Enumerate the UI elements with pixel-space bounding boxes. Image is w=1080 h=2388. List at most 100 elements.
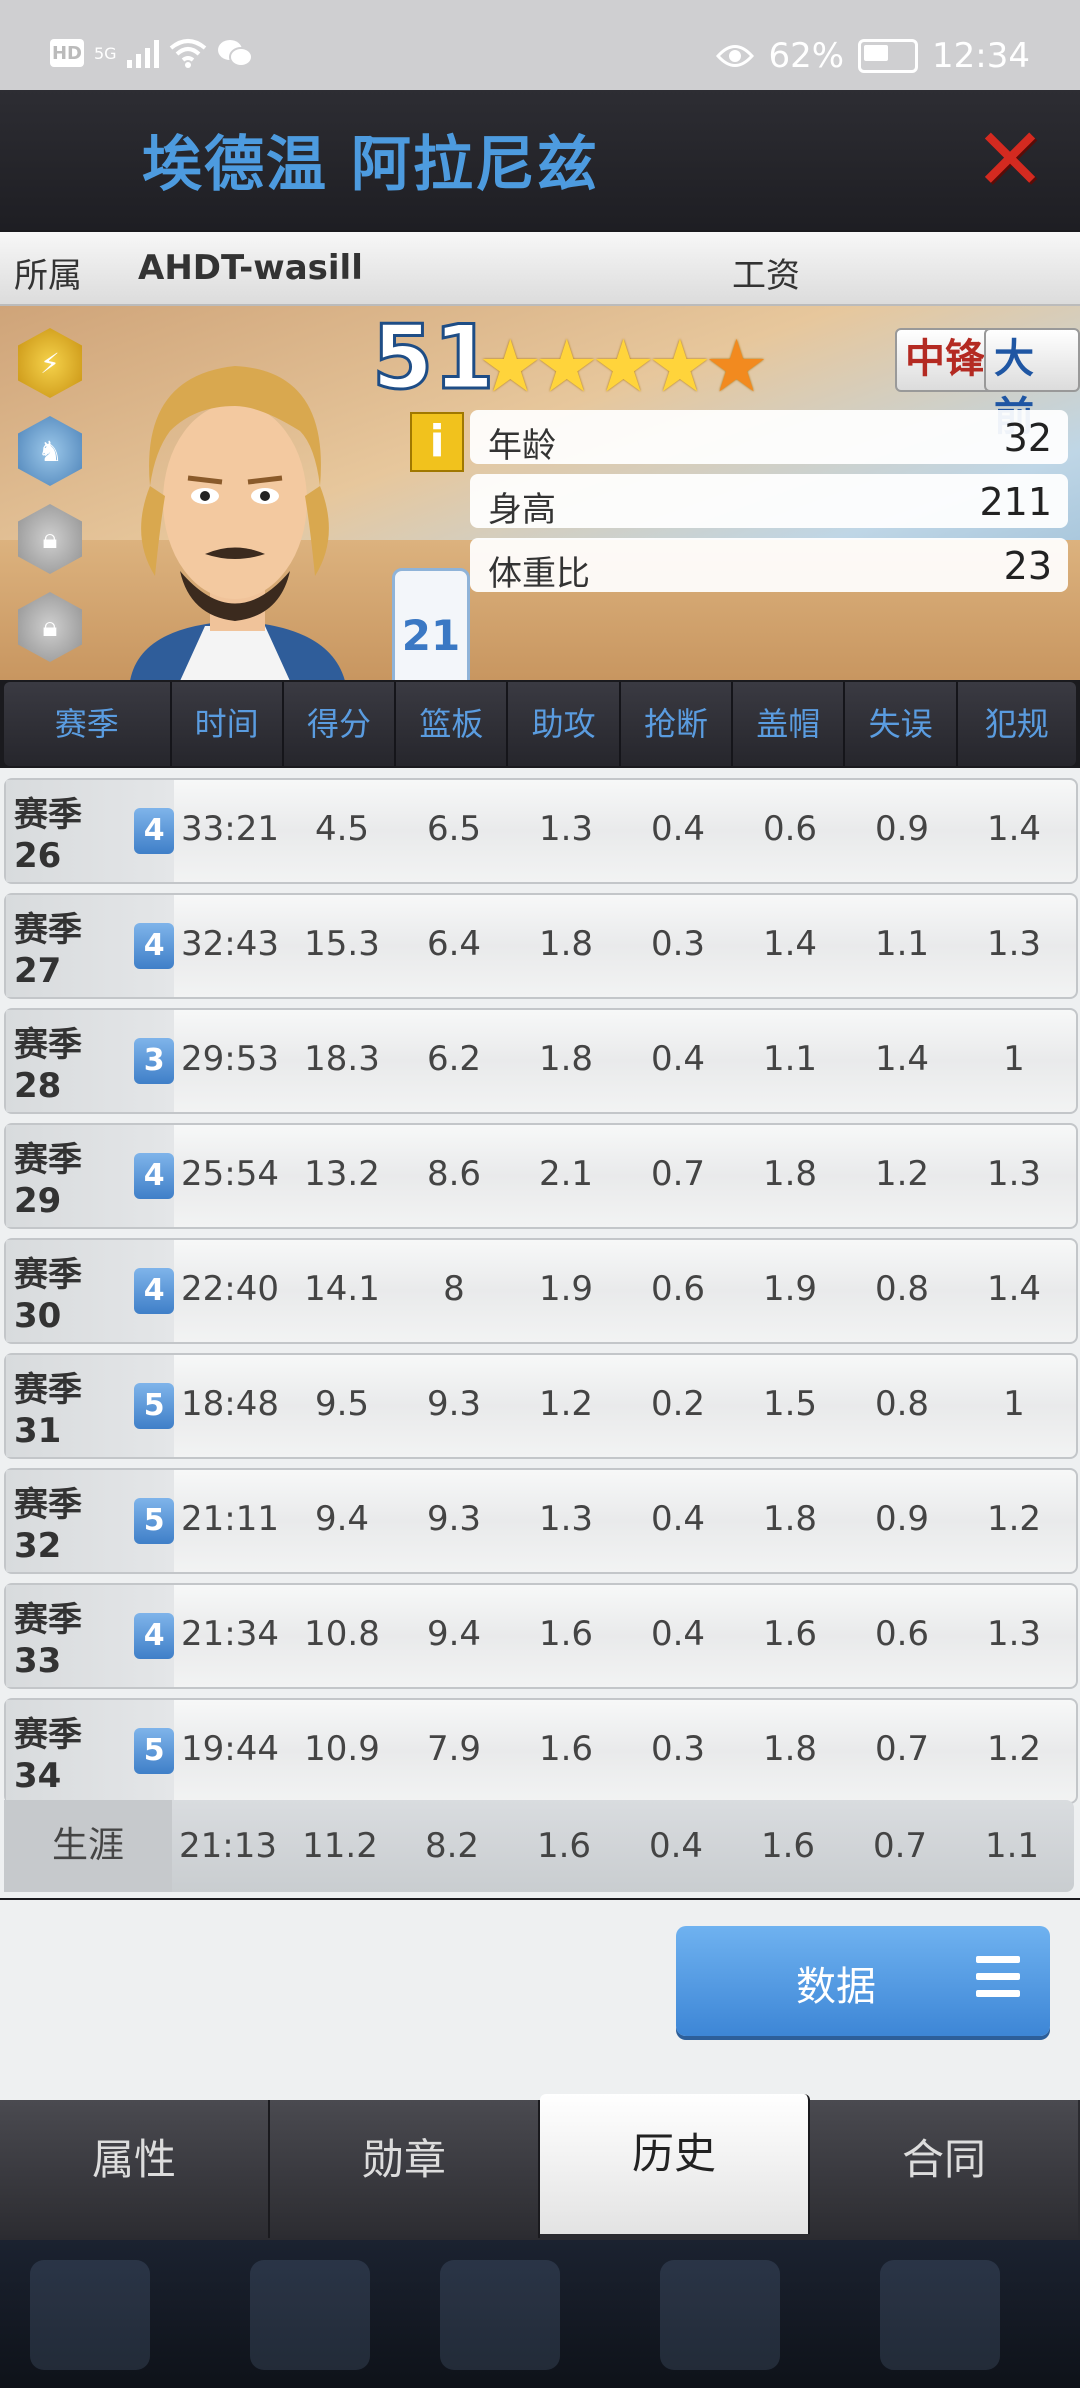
column-header-turnovers[interactable]: 失误 — [845, 682, 958, 766]
season-label: 赛季31 — [14, 1369, 82, 1451]
info-icon[interactable]: i — [410, 412, 464, 472]
background-nav-bar — [0, 2240, 1080, 2388]
cell-points: 4.5 — [314, 809, 370, 849]
table-row[interactable]: 赛季27 4 32:43 15.3 6.4 1.8 0.3 1.4 1.1 1.3 — [4, 893, 1078, 999]
cell-time: 21:13 — [179, 1826, 277, 1866]
nav-up-icon — [880, 2260, 1000, 2370]
season-label: 赛季26 — [14, 794, 82, 876]
cell-assists: 1.6 — [538, 1614, 594, 1654]
level-badge: 4 — [134, 808, 174, 854]
signal-bars-icon — [126, 38, 159, 68]
cell-turnovers: 1.2 — [874, 1154, 930, 1194]
salary-label: 工资 — [732, 256, 800, 296]
season-label: 赛季34 — [14, 1714, 82, 1796]
table-row[interactable]: 赛季32 5 21:11 9.4 9.3 1.3 0.4 1.8 0.9 1.2 — [4, 1468, 1078, 1574]
cell-blocks: 1.8 — [762, 1154, 818, 1194]
cell-rebounds: 8 — [443, 1269, 465, 1309]
column-header-time[interactable]: 时间 — [172, 682, 284, 766]
table-row[interactable]: 赛季26 4 33:21 4.5 6.5 1.3 0.4 0.6 0.9 1.4 — [4, 778, 1078, 884]
close-button[interactable]: ✕ — [970, 117, 1050, 203]
lightning-badge-icon[interactable]: ⚡ — [18, 328, 82, 398]
cell-time: 22:40 — [181, 1269, 279, 1309]
column-header-assists[interactable]: 助攻 — [508, 682, 621, 766]
tab-history[interactable]: 历史 — [540, 2094, 810, 2234]
network-5g-icon: 5G — [94, 43, 117, 63]
cell-blocks: 0.6 — [762, 809, 818, 849]
career-label: 生涯 — [4, 1800, 172, 1892]
cell-time: 33:21 — [181, 809, 279, 849]
level-badge: 3 — [134, 1038, 174, 1084]
cell-time: 21:34 — [181, 1614, 279, 1654]
table-row[interactable]: 赛季31 5 18:48 9.5 9.3 1.2 0.2 1.5 0.8 1 — [4, 1353, 1078, 1459]
cell-steals: 0.4 — [650, 1039, 706, 1079]
column-header-blocks[interactable]: 盖帽 — [733, 682, 846, 766]
level-badge: 4 — [134, 923, 174, 969]
player-skill-badge-icon[interactable]: ♞ — [18, 416, 82, 486]
career-row: 生涯 21:13 11.2 8.2 1.6 0.4 1.6 0.7 1.1 — [4, 1800, 1074, 1892]
cell-points: 11.2 — [302, 1826, 378, 1866]
cell-turnovers: 1.4 — [874, 1039, 930, 1079]
cell-assists: 1.8 — [538, 924, 594, 964]
battery-percent: 62% — [768, 36, 845, 76]
attribute-label: 体重比 — [488, 554, 590, 594]
season-label: 赛季32 — [14, 1484, 82, 1566]
data-button-label: 数据 — [796, 1964, 876, 2010]
cell-turnovers: 0.9 — [874, 1499, 930, 1539]
cell-turnovers: 0.6 — [874, 1614, 930, 1654]
eye-icon — [716, 45, 755, 67]
cell-assists: 1.6 — [538, 1729, 594, 1769]
season-label: 赛季30 — [14, 1254, 82, 1336]
tab-medals[interactable]: 勋章 — [270, 2100, 540, 2238]
level-badge: 4 — [134, 1268, 174, 1314]
cell-steals: 0.7 — [650, 1154, 706, 1194]
cell-turnovers: 0.8 — [874, 1269, 930, 1309]
cell-rebounds: 9.4 — [426, 1614, 482, 1654]
star-rating-icon: ★★★★★ — [478, 324, 769, 408]
cell-fouls: 1.4 — [986, 1269, 1042, 1309]
table-row[interactable]: 赛季29 4 25:54 13.2 8.6 2.1 0.7 1.8 1.2 1.3 — [4, 1123, 1078, 1229]
table-row[interactable]: 赛季30 4 22:40 14.1 8 1.9 0.6 1.9 0.8 1.4 — [4, 1238, 1078, 1344]
column-header-rebounds[interactable]: 篮板 — [396, 682, 509, 766]
level-badge: 5 — [134, 1728, 174, 1774]
cell-time: 25:54 — [181, 1154, 279, 1194]
column-header-points[interactable]: 得分 — [284, 682, 397, 766]
cell-rebounds: 9.3 — [426, 1499, 482, 1539]
player-avatar — [130, 366, 345, 680]
cell-rebounds: 6.5 — [426, 809, 482, 849]
table-row[interactable]: 赛季34 5 19:44 10.9 7.9 1.6 0.3 1.8 0.7 1.2 — [4, 1698, 1078, 1804]
cell-assists: 1.3 — [538, 1499, 594, 1539]
table-row[interactable]: 赛季33 4 21:34 10.8 9.4 1.6 0.4 1.6 0.6 1.3 — [4, 1583, 1078, 1689]
cell-time: 18:48 — [181, 1384, 279, 1424]
data-button[interactable]: 数据 — [676, 1926, 1050, 2036]
cell-steals: 0.4 — [648, 1826, 704, 1866]
cell-rebounds: 8.2 — [424, 1826, 480, 1866]
cell-time: 32:43 — [181, 924, 279, 964]
cell-time: 29:53 — [181, 1039, 279, 1079]
table-row[interactable]: 赛季28 3 29:53 18.3 6.2 1.8 0.4 1.1 1.4 1 — [4, 1008, 1078, 1114]
stats-table-header: 赛季 时间 得分 篮板 助攻 抢断 盖帽 失误 犯规 — [4, 682, 1076, 766]
cell-points: 9.4 — [314, 1499, 370, 1539]
cell-fouls: 1.1 — [984, 1826, 1040, 1866]
tab-attributes[interactable]: 属性 — [0, 2100, 270, 2238]
attribute-value: 32 — [1003, 416, 1052, 460]
nav-ball-icon — [660, 2260, 780, 2370]
player-header: 埃德温 阿拉尼兹 ✕ — [0, 90, 1080, 230]
cell-blocks: 1.8 — [762, 1729, 818, 1769]
cell-rebounds: 8.6 — [426, 1154, 482, 1194]
cell-steals: 0.4 — [650, 809, 706, 849]
menu-icon — [976, 1956, 1020, 2007]
tab-contract[interactable]: 合同 — [810, 2100, 1078, 2238]
column-header-fouls[interactable]: 犯规 — [958, 682, 1076, 766]
level-badge: 5 — [134, 1383, 174, 1429]
player-rating: 51 — [370, 306, 495, 411]
team-label: 所属 — [14, 256, 82, 296]
nav-star-icon — [30, 2260, 150, 2370]
column-header-steals[interactable]: 抢断 — [621, 682, 734, 766]
cell-turnovers: 0.7 — [872, 1826, 928, 1866]
cell-points: 15.3 — [304, 924, 380, 964]
team-info-strip: 所属 AHDT-wasill 工资 — [0, 232, 1080, 306]
column-header-season[interactable]: 赛季 — [4, 682, 172, 766]
cell-assists: 1.6 — [536, 1826, 592, 1866]
attribute-value: 23 — [1003, 544, 1052, 588]
cell-points: 10.8 — [304, 1614, 380, 1654]
